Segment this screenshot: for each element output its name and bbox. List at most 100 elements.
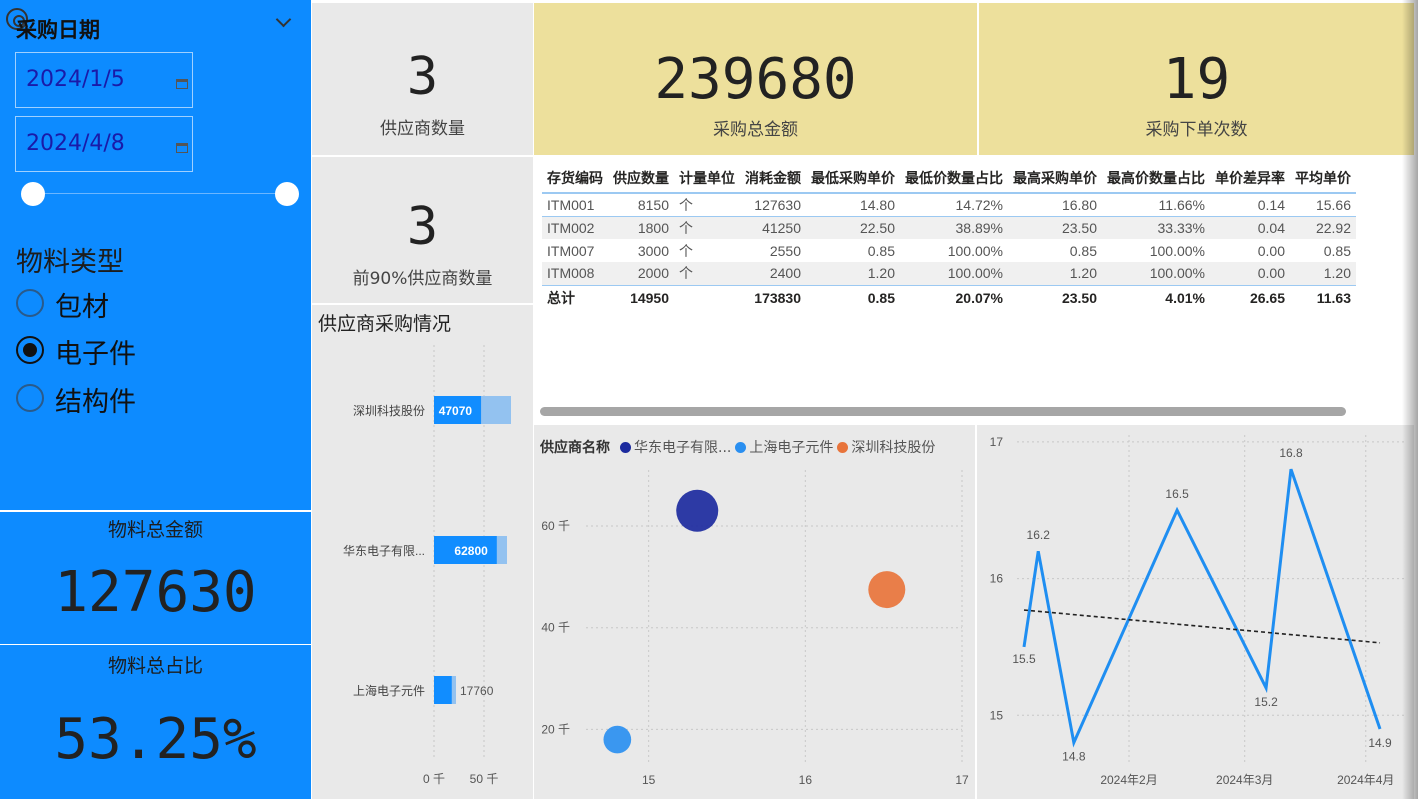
- end-date-input[interactable]: 2024/4/8: [15, 116, 193, 172]
- y-tick-label: 15: [990, 708, 1004, 722]
- table-cell: 15.66: [1290, 192, 1356, 217]
- table-cell: 1800: [608, 216, 674, 239]
- total-cell: 总计: [542, 284, 608, 311]
- table-cell: 100.00%: [900, 262, 1008, 285]
- supplier-purchase-chart: 供应商采购情况 深圳科技股份 47070 华东电子有限... 62800 上海电子元件 1…: [312, 305, 533, 799]
- table-cell: 2550: [769, 242, 801, 259]
- table-cell: 0.85: [1323, 242, 1351, 259]
- date-range-end-handle[interactable]: [275, 182, 299, 206]
- column-header[interactable]: 最低采购单价: [806, 163, 900, 194]
- table-cell: 3000: [637, 242, 669, 259]
- scatter-chart-svg: 15 16 17 20 千 40 千 60 千: [541, 470, 969, 787]
- y-tick-label: 17: [990, 435, 1004, 449]
- material-type-title: 物料类型: [16, 247, 124, 278]
- table-row[interactable]: ITM002 1800 个 41250 22.50 38.89% 23.50 33.33% 0.…: [542, 216, 1356, 239]
- column-header[interactable]: 存货编码: [542, 163, 608, 194]
- kpi-value: 3: [406, 197, 439, 257]
- kpi-value: 3: [406, 47, 439, 107]
- y-tick-label: 20 千: [541, 722, 570, 736]
- data-label: 47070: [439, 404, 473, 418]
- radio-label-structural[interactable]: 结构件: [55, 380, 136, 419]
- scatter-bubble: [676, 489, 719, 532]
- supplier-count-card: 3 供应商数量: [312, 3, 533, 155]
- x-tick-label: 2024年4月: [1337, 773, 1394, 787]
- radio-label-electronic[interactable]: 电子件: [55, 332, 136, 371]
- table-row[interactable]: ITM008 2000 个 2400 1.20 100.00% 1.20 100.00% 0.0…: [542, 262, 1356, 285]
- x-tick-label: 50 千: [470, 772, 499, 786]
- category-label: 上海电子元件: [353, 683, 425, 698]
- table-cell: 0.00: [1210, 262, 1290, 285]
- supplier-scatter-chart: 供应商名称 华东电子有限... 上海电子元件 深圳科技股份 15 16 17 20 千 40 …: [534, 425, 975, 799]
- data-label: 16.8: [1279, 446, 1303, 460]
- chevron-down-icon[interactable]: [275, 11, 292, 28]
- table-cell: 个: [674, 216, 740, 239]
- data-label: 16.5: [1165, 487, 1189, 501]
- table-cell: 127630: [740, 192, 806, 217]
- column-header[interactable]: 供应数量: [608, 163, 674, 194]
- table-cell: 个: [674, 192, 740, 217]
- table-cell: 23.50: [1008, 216, 1102, 239]
- date-slicer-title: 采购日期: [16, 18, 100, 42]
- radio-structural[interactable]: [16, 384, 44, 412]
- x-tick-label: 16: [799, 773, 813, 787]
- column-header[interactable]: 最低价数量占比: [900, 163, 1008, 194]
- table-cell: 0.14: [1210, 192, 1290, 217]
- table-cell: 0.04: [1210, 216, 1290, 239]
- purchase-total-card: 239680 采购总金额: [534, 3, 977, 155]
- category-label: 深圳科技股份: [353, 404, 425, 418]
- scatter-bubble: [868, 571, 906, 609]
- bar: [434, 676, 452, 704]
- order-count-card: 19 采购下单次数: [979, 3, 1414, 155]
- kpi-value: 127630: [54, 560, 257, 625]
- data-label: 15.5: [1012, 652, 1036, 666]
- table-cell: 41250: [740, 216, 806, 239]
- table-cell: 14.72%: [900, 192, 1008, 217]
- table-cell: 0.85: [867, 242, 895, 259]
- table-cell: 个: [674, 262, 740, 285]
- column-header[interactable]: 最高价数量占比: [1102, 163, 1210, 194]
- calendar-icon[interactable]: [176, 143, 188, 153]
- kpi-label: 物料总占比: [107, 655, 203, 677]
- table-cell: 100.00%: [1102, 262, 1210, 285]
- date-range-slider-track[interactable]: [33, 193, 287, 194]
- radio-electronic[interactable]: [16, 336, 44, 364]
- table-cell: 16.80: [1008, 192, 1102, 217]
- scatter-bubble: [603, 725, 632, 754]
- x-tick-label: 15: [642, 773, 656, 787]
- table-cell: 100.00%: [947, 242, 1003, 259]
- x-tick-label: 2024年3月: [1216, 773, 1273, 787]
- table-row[interactable]: ITM001 8150 个 127630 14.80 14.72% 16.80 11.66% 0…: [542, 192, 1356, 217]
- radio-packaging[interactable]: [16, 289, 44, 317]
- table-cell: 1.20: [1008, 262, 1102, 285]
- table-cell: 1.20: [1290, 262, 1356, 285]
- table-cell: 2400: [740, 262, 806, 285]
- item-detail-table-panel: 存货编码 供应数量 计量单位 消耗金额 最低采购单价 最低价数量占比 最高采购单价 最高价数量…: [534, 157, 1414, 423]
- table-cell: 38.89%: [900, 216, 1008, 239]
- table-cell: 22.50: [806, 216, 900, 239]
- price-line-series: [1022, 468, 1382, 748]
- kpi-value: 19: [1162, 47, 1231, 112]
- table-row[interactable]: ITM007 3000 个 2550 0.85 100.00% 0.85 100.00% 0.0…: [542, 239, 1356, 262]
- data-label: 16.2: [1027, 528, 1051, 542]
- y-tick-label: 60 千: [541, 519, 570, 533]
- material-total-ratio-card: 物料总占比 53.25%: [0, 645, 311, 799]
- date-range-start-handle[interactable]: [21, 182, 45, 206]
- table-cell: 11.66%: [1102, 192, 1210, 217]
- table-horizontal-scrollbar[interactable]: [540, 407, 1346, 416]
- radio-label-packaging[interactable]: 包材: [55, 285, 109, 324]
- column-header[interactable]: 单价差异率: [1210, 163, 1290, 194]
- column-header[interactable]: 消耗金额: [740, 163, 806, 194]
- table-cell: 个: [679, 242, 693, 259]
- data-label: 14.9: [1368, 736, 1392, 750]
- x-tick-label: 0 千: [423, 772, 445, 786]
- column-header[interactable]: 最高采购单价: [1008, 163, 1102, 194]
- table-cell: ITM002: [542, 216, 608, 239]
- calendar-icon[interactable]: [176, 79, 188, 89]
- top90-supplier-count-card: 3 前90%供应商数量: [312, 157, 533, 303]
- table-cell: ITM007: [547, 242, 595, 259]
- start-date-input[interactable]: 2024/1/5: [15, 52, 193, 108]
- column-header[interactable]: 计量单位: [674, 163, 740, 194]
- trend-line: [1023, 609, 1381, 644]
- y-tick-label: 16: [990, 572, 1004, 586]
- column-header[interactable]: 平均单价: [1290, 163, 1356, 194]
